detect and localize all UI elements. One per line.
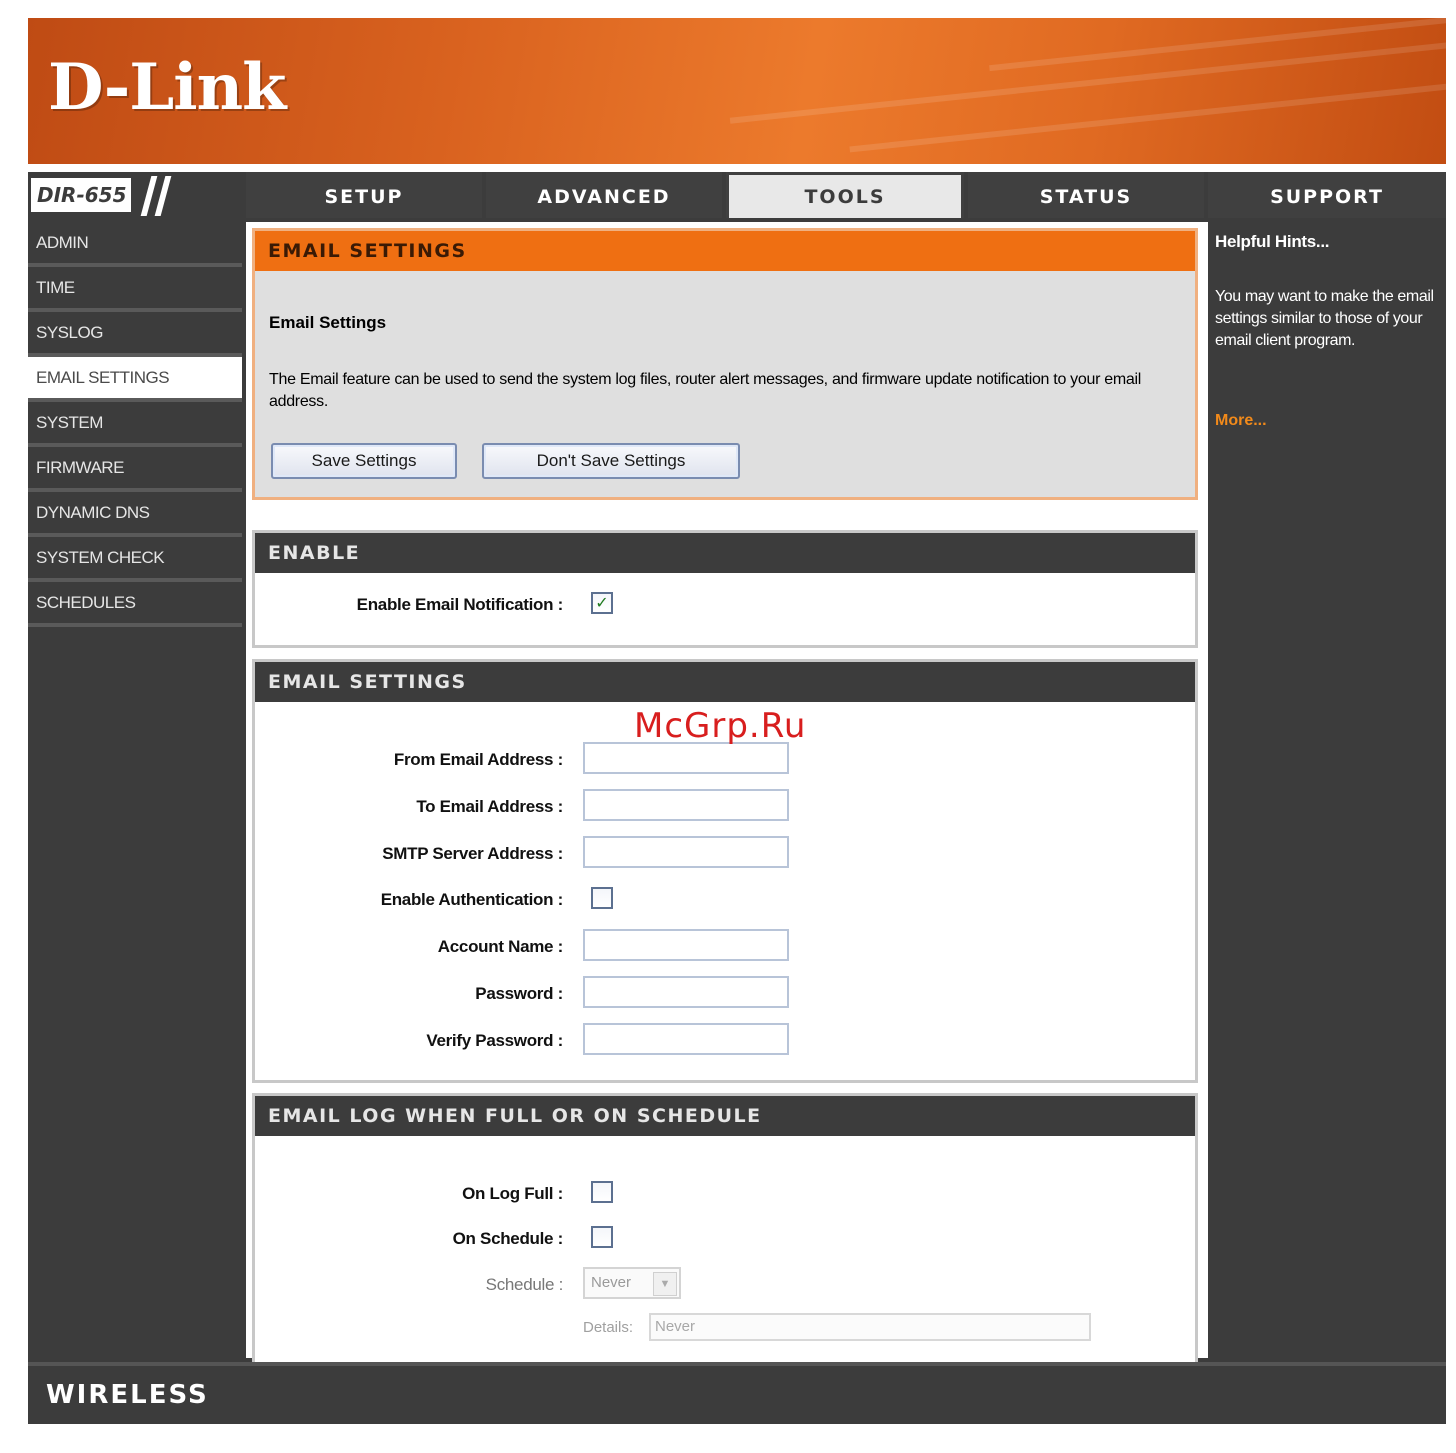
chevron-down-icon: ▼	[653, 1272, 677, 1296]
tab-status[interactable]: STATUS	[968, 172, 1204, 218]
on-schedule-checkbox[interactable]	[591, 1226, 613, 1248]
verify-password-row: Verify Password :	[255, 1023, 1195, 1059]
sidebar-item-schedules[interactable]: SCHEDULES	[28, 582, 242, 627]
account-name-row: Account Name :	[255, 929, 1195, 965]
enable-notification-checkbox[interactable]: ✓	[591, 592, 613, 614]
sidebar-item-system-check[interactable]: SYSTEM CHECK	[28, 537, 242, 582]
sidebar-item-time[interactable]: TIME	[28, 267, 242, 312]
intro-panel: EMAIL SETTINGS Email Settings The Email …	[252, 228, 1198, 500]
password-row: Password :	[255, 976, 1195, 1012]
intro-description: The Email feature can be used to send th…	[269, 371, 1141, 410]
dont-save-settings-button[interactable]: Don't Save Settings	[482, 443, 740, 479]
details-field: Never	[649, 1313, 1091, 1341]
sidebar-item-system[interactable]: SYSTEM	[28, 402, 242, 447]
tab-tools[interactable]: TOOLS	[726, 172, 964, 218]
to-email-label: To Email Address :	[416, 797, 563, 816]
intro-title: Email Settings	[269, 313, 387, 332]
footer: WIRELESS	[28, 1362, 1446, 1424]
save-settings-button[interactable]: Save Settings	[271, 443, 457, 479]
from-email-input[interactable]	[583, 742, 789, 774]
to-email-row: To Email Address :	[255, 789, 1195, 825]
verify-password-input[interactable]	[583, 1023, 789, 1055]
hints-title: Helpful Hints...	[1215, 232, 1330, 251]
account-name-input[interactable]	[583, 929, 789, 961]
model-label: DIR-655	[31, 178, 131, 212]
banner-divider	[28, 164, 1446, 172]
enable-notification-label: Enable Email Notification :	[356, 595, 564, 614]
sidebar-item-dynamic-dns[interactable]: DYNAMIC DNS	[28, 492, 242, 537]
to-email-input[interactable]	[583, 789, 789, 821]
account-name-label: Account Name :	[437, 937, 564, 956]
hints-text: You may want to make the email settings …	[1215, 288, 1434, 349]
enable-notification-row: Enable Email Notification : ✓	[255, 587, 1195, 623]
email-settings-header: EMAIL SETTINGS	[255, 662, 1195, 702]
on-schedule-row: On Schedule :	[255, 1221, 1195, 1257]
tab-advanced[interactable]: ADVANCED	[486, 172, 722, 218]
email-log-section: EMAIL LOG WHEN FULL OR ON SCHEDULE On Lo…	[252, 1093, 1198, 1369]
sidebar-item-firmware[interactable]: FIRMWARE	[28, 447, 242, 492]
email-log-header: EMAIL LOG WHEN FULL OR ON SCHEDULE	[255, 1096, 1195, 1136]
watermark-text: McGrp.Ru	[634, 706, 807, 746]
schedule-row: Schedule : Never ▼	[255, 1267, 1195, 1303]
schedule-select[interactable]: Never ▼	[583, 1267, 681, 1299]
tab-setup[interactable]: SETUP	[246, 172, 482, 218]
sidebar-item-syslog[interactable]: SYSLOG	[28, 312, 242, 357]
enable-authentication-row: Enable Authentication :	[255, 882, 1195, 918]
check-icon: ✓	[595, 595, 609, 612]
sidebar: ADMIN TIME SYSLOG EMAIL SETTINGS SYSTEM …	[28, 222, 242, 627]
header-banner: D-Link	[28, 18, 1446, 164]
on-log-full-label: On Log Full :	[462, 1184, 563, 1203]
enable-section: ENABLE Enable Email Notification : ✓	[252, 530, 1198, 648]
details-label: Details:	[583, 1319, 634, 1336]
smtp-server-input[interactable]	[583, 836, 789, 868]
footer-wireless-text: WIRELESS	[46, 1380, 209, 1410]
verify-password-label: Verify Password :	[426, 1031, 563, 1050]
helpful-hints-panel: Helpful Hints... You may want to make th…	[1212, 222, 1446, 1358]
on-log-full-row: On Log Full :	[255, 1176, 1195, 1212]
slash-decoration	[140, 176, 158, 216]
smtp-server-row: SMTP Server Address :	[255, 836, 1195, 872]
slash-decoration	[154, 176, 172, 216]
enable-authentication-label: Enable Authentication :	[380, 890, 564, 909]
sidebar-item-admin[interactable]: ADMIN	[28, 222, 242, 267]
schedule-selected-value: Never	[591, 1274, 632, 1291]
main-content: EMAIL SETTINGS Email Settings The Email …	[246, 222, 1208, 1369]
intro-header: EMAIL SETTINGS	[255, 231, 1195, 271]
model-badge: DIR-655	[28, 172, 242, 218]
dlink-logo: D-Link	[48, 50, 286, 125]
on-log-full-checkbox[interactable]	[591, 1181, 613, 1203]
password-label: Password :	[475, 984, 563, 1003]
from-email-label: From Email Address :	[393, 750, 563, 769]
enable-header: ENABLE	[255, 533, 1195, 573]
smtp-server-label: SMTP Server Address :	[382, 844, 563, 863]
on-schedule-label: On Schedule :	[452, 1229, 564, 1248]
sidebar-item-email-settings[interactable]: EMAIL SETTINGS	[28, 357, 242, 402]
hints-more-link[interactable]: More...	[1215, 412, 1267, 430]
from-email-row: From Email Address :	[255, 742, 1195, 778]
tab-support[interactable]: SUPPORT	[1208, 172, 1446, 218]
password-input[interactable]	[583, 976, 789, 1008]
schedule-label: Schedule :	[485, 1275, 564, 1294]
details-row: Details: Never	[255, 1313, 1195, 1349]
enable-authentication-checkbox[interactable]	[591, 887, 613, 909]
